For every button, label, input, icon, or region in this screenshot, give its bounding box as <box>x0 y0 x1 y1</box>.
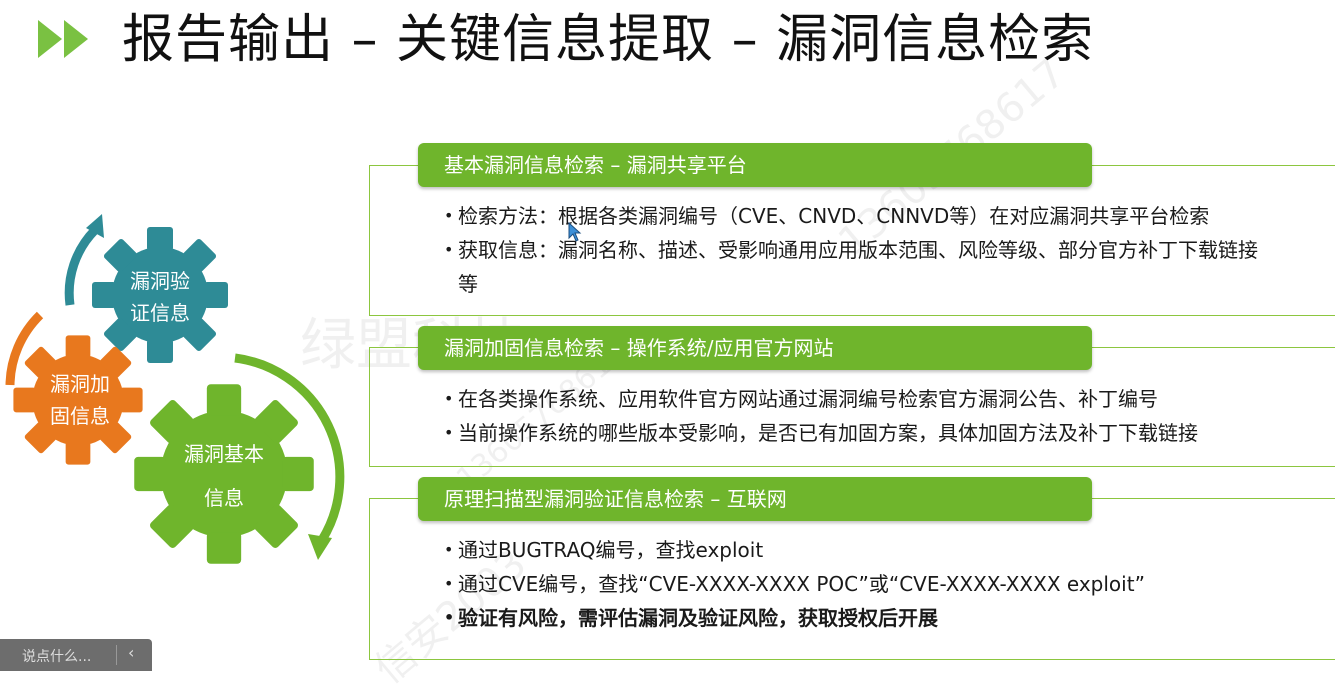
bullet-list: 在各类操作系统、应用软件官方网站通过漏洞编号检索官方漏洞公告、补丁编号 当前操作… <box>444 382 1198 450</box>
page-title: 报告输出 – 关键信息提取 – 漏洞信息检索 <box>122 10 1095 70</box>
list-item: 当前操作系统的哪些版本受影响，是否已有加固方案，具体加固方法及补丁下载链接 <box>444 416 1198 450</box>
bullet-list: 检索方法：根据各类漏洞编号（CVE、CNVD、CNNVD等）在对应漏洞共享平台检… <box>444 199 1258 301</box>
list-item: 检索方法：根据各类漏洞编号（CVE、CNVD、CNNVD等）在对应漏洞共享平台检… <box>444 199 1258 233</box>
bullet-list: 通过BUGTRAQ编号，查找exploit 通过CVE编号，查找“CVE-XXX… <box>444 533 1145 635</box>
divider <box>116 645 117 665</box>
chat-input[interactable]: 说点什么... <box>22 646 91 666</box>
list-item: 获取信息：漏洞名称、描述、受影响通用应用版本范围、风险等级、部分官方补丁下载链接… <box>444 233 1258 301</box>
section-header: 原理扫描型漏洞验证信息检索 – 互联网 <box>418 477 1092 521</box>
list-item: 通过CVE编号，查找“CVE-XXXX-XXXX POC”或“CVE-XXXX-… <box>444 567 1145 601</box>
list-item: 验证有风险，需评估漏洞及验证风险，获取授权后开展 <box>444 601 1145 635</box>
list-item: 在各类操作系统、应用软件官方网站通过漏洞编号检索官方漏洞公告、补丁编号 <box>444 382 1198 416</box>
gear-verify-label: 漏洞验 证信息 <box>130 269 190 325</box>
chevron-left-icon[interactable]: ‹ <box>128 643 134 662</box>
chat-toolbar: 说点什么... ‹ <box>0 639 152 671</box>
list-item: 通过BUGTRAQ编号，查找exploit <box>444 533 1145 567</box>
mouse-cursor-icon <box>568 222 582 242</box>
section-header: 漏洞加固信息检索 – 操作系统/应用官方网站 <box>418 326 1092 370</box>
double-arrow-icon <box>38 20 88 58</box>
gear-basic-label: 漏洞基本 信息 <box>184 442 264 510</box>
section-header: 基本漏洞信息检索 – 漏洞共享平台 <box>418 143 1092 187</box>
gear-harden-label: 漏洞加 固信息 <box>50 372 110 428</box>
